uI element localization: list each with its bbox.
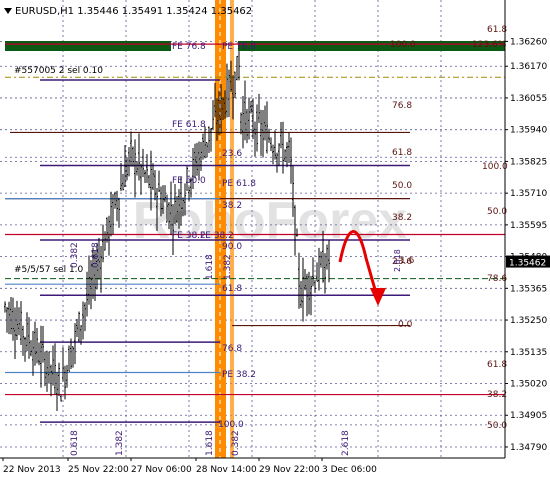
fib-label-left: 90.0 (222, 242, 242, 252)
orange-band (215, 0, 226, 458)
price-tick-label: 1.36055 (510, 94, 547, 104)
fib-label-left: FE 61.8 (172, 120, 206, 130)
time-tick-label: 28 Nov 14:00 (196, 465, 257, 475)
fib-label-left: 23.6 (222, 149, 242, 159)
time-fib-label: 1.382 (223, 254, 233, 280)
order-label: #557005 2 sel 0.10 (14, 66, 103, 76)
fib-label-right: 50.0 (487, 207, 507, 217)
time-fib-label: 1.618 (205, 430, 215, 456)
fib-label-right: 38.2 (392, 213, 412, 223)
price-tick-label: 1.36170 (510, 62, 547, 72)
ohlc-values: 1.35446 1.35491 1.35424 1.35462 (77, 6, 253, 17)
fib-label-right: 78.6 (487, 274, 507, 284)
fib-label-left: FE 76.8 (172, 42, 206, 52)
price-tick-label: 1.35135 (510, 348, 547, 358)
chart-window[interactable]: RoboForex 61.8 100.0 123.6% 76.8 61.8 100.0 50.… (0, 0, 550, 481)
time-tick-label: 29 Nov 22:00 (259, 465, 320, 475)
price-tick-label: 1.35710 (510, 189, 547, 199)
fib-label-right: 50.0 (392, 181, 412, 191)
time-tick-label: 22 Nov 2013 (3, 465, 61, 475)
fib-label-left: 61.8 (222, 284, 242, 294)
dropdown-triangle-icon[interactable] (4, 7, 12, 15)
price-tick-label: 1.35020 (510, 380, 547, 390)
fib-label-left: 76.8 (222, 344, 242, 354)
fib-label-left: FE 38.2 (200, 231, 234, 241)
time-fib-label: 0.618 (91, 242, 101, 268)
price-tick-label: 1.35825 (510, 157, 547, 167)
time-tick-label: 25 Nov 22:00 (68, 465, 129, 475)
price-tick-label: 1.35595 (510, 221, 547, 231)
fib-label-right: 38.2 (487, 390, 507, 400)
time-fib-label: 0.382 (70, 242, 80, 268)
fib-label-left: PE 76.8 (222, 42, 256, 52)
fib-label-right: 100.0 (390, 40, 416, 50)
time-fib-label: 0.382 (231, 430, 241, 456)
fib-label-left: 38.2 (222, 201, 242, 211)
fib-label-right: 123.6% (472, 40, 507, 50)
fib-label-right: 50.0 (487, 421, 507, 431)
symbol-label: EURUSD,H1 (15, 6, 75, 17)
time-fib-label: 1.618 (205, 254, 215, 280)
fib-label-left: PE 38.2 (222, 370, 256, 380)
time-fib-label: 1.382 (115, 430, 125, 456)
time-fib-label: 2.618 (341, 430, 351, 456)
fib-label-right: 61.8 (487, 25, 507, 35)
price-tick-label: 1.35940 (510, 126, 547, 136)
price-tick-label: 1.36260 (510, 37, 547, 47)
fib-label-right: 0.0 (398, 320, 413, 330)
price-tick-label: 1.34790 (510, 443, 547, 453)
fib-label-right: 76.8 (392, 101, 412, 111)
chart-title: EURUSD,H1 1.35446 1.35491 1.35424 1.3546… (15, 6, 252, 17)
fib-label-left: 100.0 (218, 420, 244, 430)
price-tick-label: 1.34905 (510, 411, 547, 421)
current-price-label: 1.35462 (509, 259, 546, 269)
fib-label-right: 61.8 (487, 360, 507, 370)
fib-label-right: 1.6 (400, 256, 415, 266)
forecast-arrowhead (370, 288, 386, 306)
green-bar-left (5, 41, 171, 51)
fib-label-right: 100.0 (482, 162, 508, 172)
price-chart[interactable]: RoboForex 61.8 100.0 123.6% 76.8 61.8 100.0 50.… (0, 0, 550, 481)
time-tick-label: 27 Nov 06:00 (131, 465, 192, 475)
time-tick-label: 3 Dec 06:00 (322, 465, 377, 475)
time-fib-label: 0.618 (70, 430, 80, 456)
price-tick-label: 1.35250 (510, 316, 547, 326)
green-bar-right (238, 41, 505, 51)
watermark-text: RoboForex (133, 192, 408, 250)
fib-label-right: 61.8 (392, 148, 412, 158)
fib-label-left: FE 50.0 (172, 176, 206, 186)
fib-label-left: PE 61.8 (222, 179, 256, 189)
price-tick-label: 1.35365 (510, 284, 547, 294)
